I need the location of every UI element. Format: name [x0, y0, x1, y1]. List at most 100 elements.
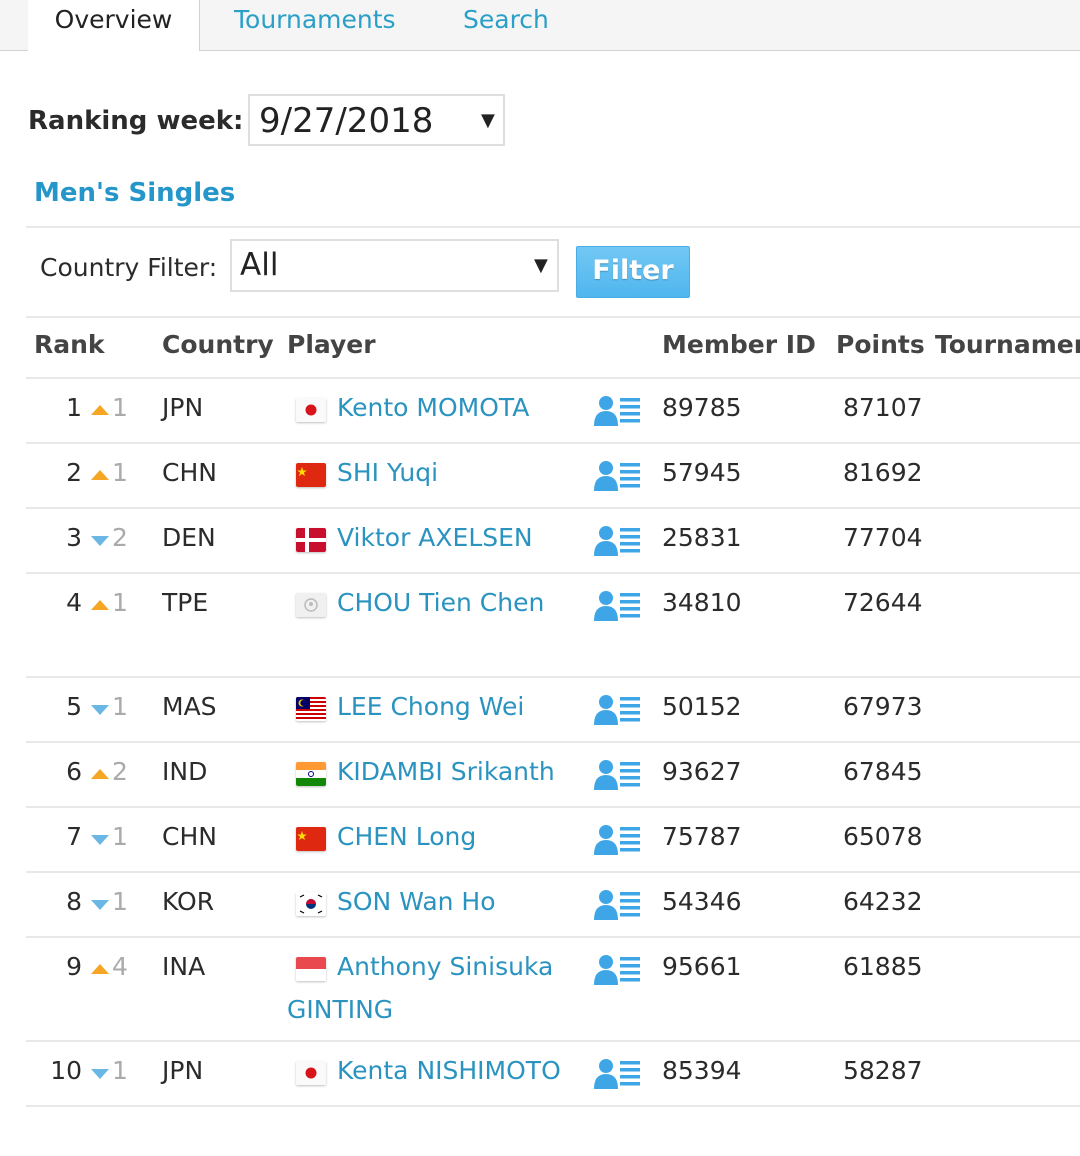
- header-player[interactable]: Player: [287, 330, 376, 359]
- points-value: 67845: [843, 757, 923, 786]
- rank-value: 8: [66, 887, 82, 916]
- player-link[interactable]: Kenta NISHIMOTO: [337, 1056, 561, 1085]
- rank-change: 1: [112, 822, 128, 851]
- rank-change: 1: [112, 458, 128, 487]
- country-code: INA: [162, 952, 206, 981]
- table-row: 8 1 KOR SON Wan Ho 54346 64232: [26, 872, 1080, 938]
- rank-value: 3: [66, 523, 82, 552]
- divider: [26, 226, 1080, 228]
- points-value: 65078: [843, 822, 923, 851]
- player-link[interactable]: SON Wan Ho: [337, 887, 496, 916]
- player-link[interactable]: SHI Yuqi: [337, 458, 438, 487]
- table-row: 6 2 IND KIDAMBI Srikanth 93627 67845: [26, 742, 1080, 808]
- player-profile-icon[interactable]: [593, 524, 641, 556]
- arrow-up-icon: [91, 769, 109, 779]
- player-profile-icon[interactable]: [593, 589, 641, 621]
- player-link[interactable]: CHEN Long: [337, 822, 476, 851]
- country-code: TPE: [162, 588, 209, 617]
- player-link[interactable]: LEE Chong Wei: [337, 692, 524, 721]
- table-row: 1 1 JPN Kento MOMOTA 89785 87107: [26, 378, 1080, 444]
- arrow-down-icon: [91, 900, 109, 910]
- row-divider: [26, 1105, 1080, 1107]
- ranking-week-value: 9/27/2018: [259, 101, 434, 141]
- arrow-down-icon: [91, 1069, 109, 1079]
- table-row: 7 1 CHN CHEN Long 75787 65078: [26, 807, 1080, 873]
- rank-change: 1: [112, 692, 128, 721]
- player-link[interactable]: CHOU Tien Chen: [337, 588, 544, 617]
- country-code: KOR: [162, 887, 215, 916]
- flag-icon-jpn: [296, 1061, 326, 1085]
- rank-change: 1: [112, 588, 128, 617]
- player-profile-icon[interactable]: [593, 758, 641, 790]
- tab-search[interactable]: Search: [463, 0, 549, 50]
- header-rank[interactable]: Rank: [34, 330, 105, 359]
- member-id: 50152: [662, 692, 742, 721]
- player-profile-icon[interactable]: [593, 823, 641, 855]
- flag-icon-ina: [296, 957, 326, 981]
- player-link-continued[interactable]: GINTING: [287, 995, 393, 1024]
- arrow-up-icon: [91, 964, 109, 974]
- header-tournaments[interactable]: Tournamen: [935, 330, 1080, 359]
- player-link[interactable]: Kento MOMOTA: [337, 393, 529, 422]
- rank-change: 4: [112, 952, 128, 981]
- tab-edge: [0, 0, 29, 50]
- points-value: 64232: [843, 887, 923, 916]
- country-code: JPN: [162, 1056, 204, 1085]
- player-profile-icon[interactable]: [593, 953, 641, 985]
- section-title[interactable]: Men's Singles: [34, 178, 235, 208]
- player-profile-icon[interactable]: [593, 693, 641, 725]
- arrow-up-icon: [91, 405, 109, 415]
- header-points[interactable]: Points: [836, 330, 925, 359]
- header-country[interactable]: Country: [162, 330, 274, 359]
- member-id: 25831: [662, 523, 742, 552]
- member-id: 57945: [662, 458, 742, 487]
- chevron-down-icon: ▼: [481, 110, 495, 131]
- country-filter-label: Country Filter:: [40, 253, 218, 282]
- header-member-id[interactable]: Member ID: [662, 330, 816, 359]
- flag-icon-mas: [296, 697, 326, 721]
- player-profile-icon[interactable]: [593, 394, 641, 426]
- member-id: 89785: [662, 393, 742, 422]
- rank-value: 2: [66, 458, 82, 487]
- tab-tournaments[interactable]: Tournaments: [234, 0, 396, 50]
- arrow-down-icon: [91, 536, 109, 546]
- points-value: 81692: [843, 458, 923, 487]
- filter-button[interactable]: Filter: [576, 246, 690, 298]
- player-profile-icon[interactable]: [593, 459, 641, 491]
- rank-change: 2: [112, 523, 128, 552]
- flag-icon-jpn: [296, 398, 326, 422]
- table-row: 3 2 DEN Viktor AXELSEN 25831 77704: [26, 508, 1080, 574]
- rank-value: 10: [50, 1056, 82, 1085]
- member-id: 85394: [662, 1056, 742, 1085]
- player-link[interactable]: Anthony Sinisuka: [337, 952, 553, 981]
- tab-bar: Overview Tournaments Search: [0, 0, 1080, 51]
- player-link[interactable]: Viktor AXELSEN: [337, 523, 533, 552]
- rank-change: 2: [112, 757, 128, 786]
- arrow-up-icon: [91, 600, 109, 610]
- ranking-week-select[interactable]: 9/27/2018 ▼: [248, 94, 505, 146]
- points-value: 87107: [843, 393, 923, 422]
- points-value: 58287: [843, 1056, 923, 1085]
- player-profile-icon[interactable]: [593, 1057, 641, 1089]
- country-code: CHN: [162, 458, 217, 487]
- member-id: 34810: [662, 588, 742, 617]
- rank-value: 7: [66, 822, 82, 851]
- ranking-week-label: Ranking week:: [28, 106, 244, 136]
- points-value: 72644: [843, 588, 923, 617]
- flag-icon-ind: [296, 762, 326, 786]
- flag-icon-tpe: [296, 593, 326, 617]
- rank-change: 1: [112, 1056, 128, 1085]
- country-filter-select[interactable]: All ▼: [230, 239, 559, 292]
- rank-value: 4: [66, 588, 82, 617]
- arrow-down-icon: [91, 835, 109, 845]
- player-profile-icon[interactable]: [593, 888, 641, 920]
- country-code: JPN: [162, 393, 204, 422]
- rank-value: 5: [66, 692, 82, 721]
- tab-overview[interactable]: Overview: [28, 0, 200, 51]
- arrow-down-icon: [91, 705, 109, 715]
- flag-icon-chn: [296, 463, 326, 487]
- rank-value: 9: [66, 952, 82, 981]
- flag-icon-kor: [296, 892, 326, 916]
- table-row: 9 4 INA Anthony Sinisuka GINTING 95661 61885: [26, 937, 1080, 1042]
- player-link[interactable]: KIDAMBI Srikanth: [337, 757, 555, 786]
